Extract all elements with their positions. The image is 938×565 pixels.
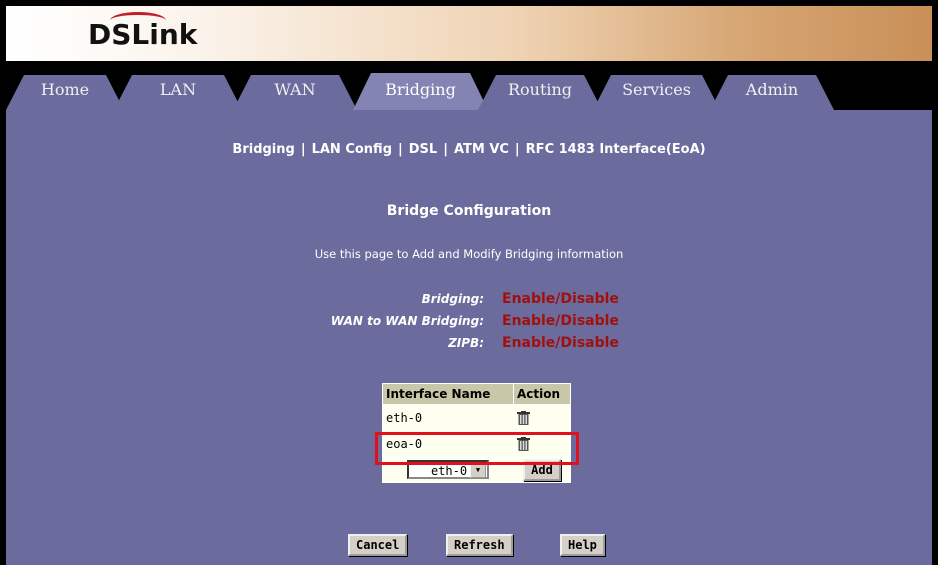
subnav-separator: |: [443, 142, 448, 157]
bridging-enable-disable-link[interactable]: Enable/Disable: [502, 290, 619, 308]
bridge-interface-table: Interface Name Action eth-0 eoa-0 eth-0 …: [382, 383, 571, 483]
action-cell: [514, 431, 570, 456]
column-header-action: Action: [514, 384, 570, 404]
tab-services[interactable]: Services: [593, 75, 720, 110]
setting-row-wan-to-wan: WAN to WAN Bridging: Enable/Disable: [6, 312, 932, 330]
tab-admin[interactable]: Admin: [710, 75, 834, 110]
tab-bridging[interactable]: Bridging: [353, 73, 488, 110]
refresh-button[interactable]: Refresh: [446, 534, 513, 556]
bridging-label: Bridging:: [421, 292, 484, 306]
subnav-separator: |: [398, 142, 403, 157]
tab-wan[interactable]: WAN: [233, 75, 357, 110]
add-button[interactable]: Add: [523, 458, 561, 481]
zipb-enable-disable-link[interactable]: Enable/Disable: [502, 334, 619, 352]
help-button[interactable]: Help: [560, 534, 605, 556]
action-cell: [514, 405, 570, 430]
subnav-separator: |: [300, 142, 306, 157]
wan-to-wan-enable-disable-link[interactable]: Enable/Disable: [502, 312, 619, 330]
table-add-row: eth-0 ▼ Add: [383, 457, 570, 482]
interface-name-cell: eoa-0: [383, 431, 513, 456]
brand-logo: DSLink: [88, 18, 198, 51]
add-button-cell: Add: [514, 457, 570, 482]
chevron-down-icon[interactable]: ▼: [470, 463, 486, 478]
header-banner: DSLink: [6, 6, 932, 61]
tab-routing[interactable]: Routing: [478, 75, 602, 110]
interface-select[interactable]: eth-0 ▼: [407, 460, 489, 479]
column-header-interface-name: Interface Name: [383, 384, 513, 404]
setting-row-bridging: Bridging: Enable/Disable: [6, 290, 932, 308]
table-row: eoa-0: [383, 431, 570, 456]
wan-to-wan-bridging-label: WAN to WAN Bridging:: [330, 314, 484, 328]
tab-home[interactable]: Home: [6, 75, 124, 110]
interface-name-cell: eth-0: [383, 405, 513, 430]
table-header-row: Interface Name Action: [383, 384, 570, 404]
router-admin-page: DSLink Home LAN WAN Bridging Routing Ser…: [6, 6, 932, 565]
subnav-rfc1483-interface[interactable]: RFC 1483 Interface(EoA): [526, 142, 706, 157]
interface-select-value: eth-0: [430, 464, 468, 478]
tab-lan[interactable]: LAN: [114, 75, 242, 110]
setting-row-zipb: ZIPB: Enable/Disable: [6, 334, 932, 352]
cancel-button[interactable]: Cancel: [348, 534, 408, 556]
subnav-bridging[interactable]: Bridging: [232, 142, 294, 157]
subnav-dsl[interactable]: DSL: [409, 142, 437, 157]
table-row: eth-0: [383, 405, 570, 430]
trash-icon[interactable]: [517, 436, 530, 451]
subnav-atm-vc[interactable]: ATM VC: [454, 142, 509, 157]
subnav-lan-config[interactable]: LAN Config: [312, 142, 392, 157]
page-title: Bridge Configuration: [386, 203, 552, 219]
subnav-separator: |: [514, 142, 520, 157]
zipb-label: ZIPB:: [448, 336, 484, 350]
sub-navigation: Bridging | LAN Config | DSL | ATM VC | RFC 1483 …: [6, 142, 932, 157]
page-description: Use this page to Add and Modify Bridging…: [314, 247, 624, 261]
trash-icon[interactable]: [517, 410, 530, 425]
add-select-cell: eth-0 ▼: [383, 457, 513, 482]
main-tab-bar: Home LAN WAN Bridging Routing Services A…: [6, 61, 932, 110]
